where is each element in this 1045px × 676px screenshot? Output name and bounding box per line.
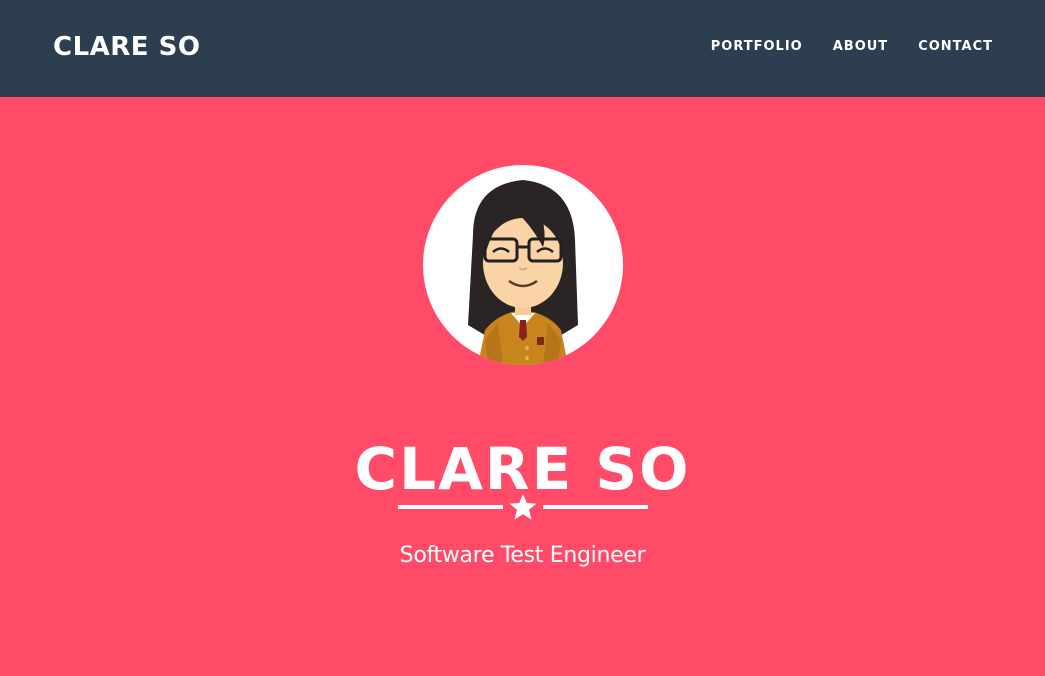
brand-link[interactable]: CLARE SO [53,31,200,63]
nav-link-portfolio[interactable]: PORTFOLIO [711,38,803,56]
nav-link-contact[interactable]: CONTACT [918,38,993,56]
hero-subtitle: Software Test Engineer [399,543,646,568]
star-icon [509,494,537,520]
nav-link-about[interactable]: ABOUT [833,38,888,56]
hero-divider [398,493,648,521]
navbar: CLARE SO PORTFOLIO ABOUT CONTACT [0,0,1045,97]
avatar [423,165,623,365]
divider-line-right [543,505,648,509]
hero-section: CLARE SO Software Test Engineer [0,97,1045,676]
nav-links: PORTFOLIO ABOUT CONTACT [711,38,993,56]
avatar-portrait [468,180,578,365]
divider-line-left [398,505,503,509]
